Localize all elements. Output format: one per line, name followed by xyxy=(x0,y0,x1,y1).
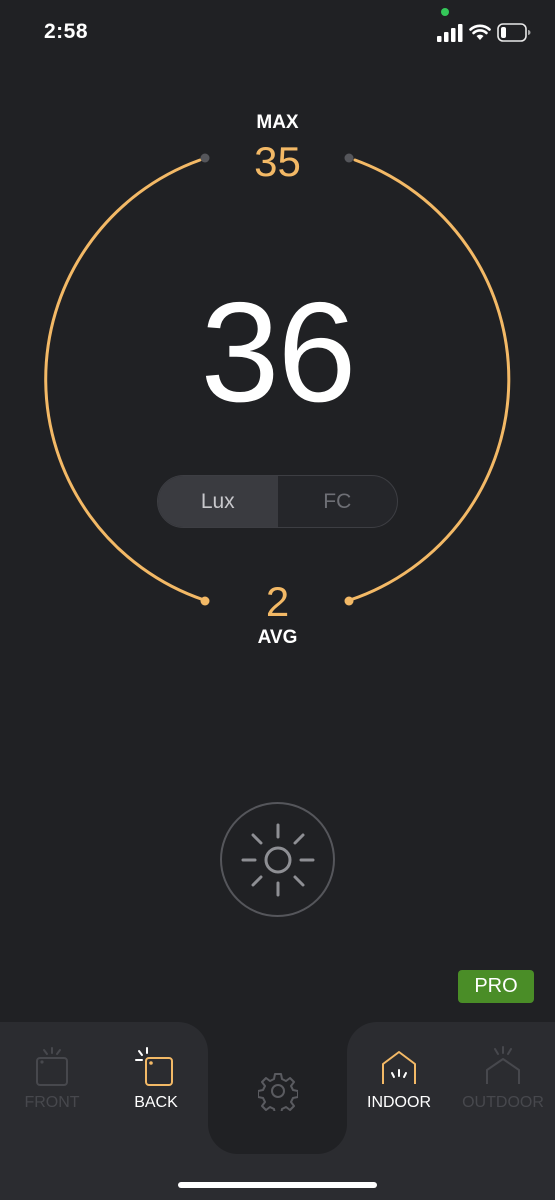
light-toggle-button[interactable] xyxy=(220,802,335,917)
tab-back[interactable]: BACK xyxy=(104,1046,208,1126)
tab-front[interactable]: FRONT xyxy=(0,1046,104,1126)
tab-indoor-label: INDOOR xyxy=(367,1094,431,1111)
tab-indoor[interactable]: INDOOR xyxy=(347,1046,451,1126)
gear-icon xyxy=(258,1073,298,1111)
pro-badge[interactable]: PRO xyxy=(458,970,534,1003)
outdoor-icon xyxy=(486,1046,520,1084)
wifi-icon xyxy=(469,24,491,40)
cellular-signal-icon xyxy=(437,24,463,42)
sun-icon xyxy=(241,823,314,896)
unit-toggle[interactable]: Lux FC xyxy=(157,475,398,528)
status-bar: 2:58 xyxy=(0,0,555,64)
tab-front-label: FRONT xyxy=(24,1094,80,1111)
avg-label: AVG xyxy=(257,627,298,648)
current-reading: 36 xyxy=(200,273,357,432)
privacy-indicator-dot xyxy=(441,8,449,16)
unit-option-lux[interactable]: Lux xyxy=(158,476,278,527)
home-indicator[interactable] xyxy=(178,1182,377,1188)
max-label: MAX xyxy=(256,112,299,133)
front-camera-icon xyxy=(36,1047,68,1086)
settings-button[interactable] xyxy=(255,1068,301,1114)
status-time: 2:58 xyxy=(44,20,89,43)
indoor-icon xyxy=(382,1051,416,1084)
avg-value: 2 xyxy=(265,578,290,625)
unit-option-fc[interactable]: FC xyxy=(278,476,398,527)
tab-outdoor-label: OUTDOOR xyxy=(462,1094,544,1111)
tab-outdoor[interactable]: OUTDOOR xyxy=(451,1046,555,1126)
battery-low-icon xyxy=(497,23,531,42)
back-camera-icon xyxy=(135,1047,173,1086)
tab-back-label: BACK xyxy=(134,1094,178,1111)
max-value: 35 xyxy=(254,138,301,185)
